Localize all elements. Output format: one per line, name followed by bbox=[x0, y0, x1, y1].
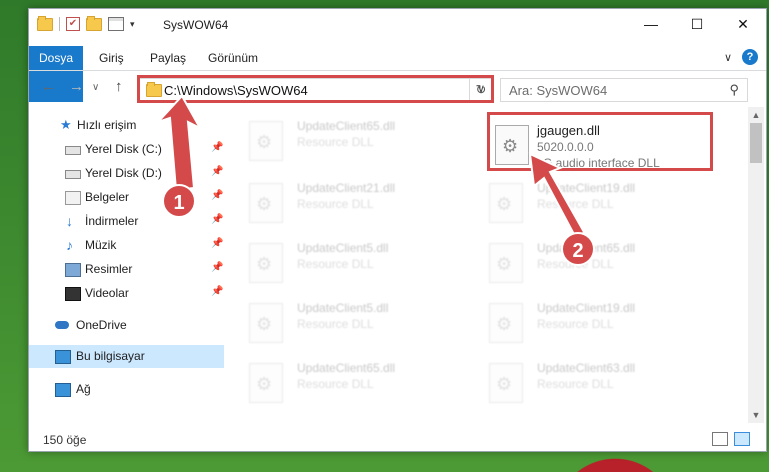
annotation-arrows bbox=[157, 94, 586, 242]
step-2-badge: 2 bbox=[561, 232, 595, 266]
arrow-1-icon bbox=[157, 94, 203, 192]
arrow-2-icon bbox=[528, 152, 586, 242]
step-1-badge: 1 bbox=[162, 184, 196, 218]
